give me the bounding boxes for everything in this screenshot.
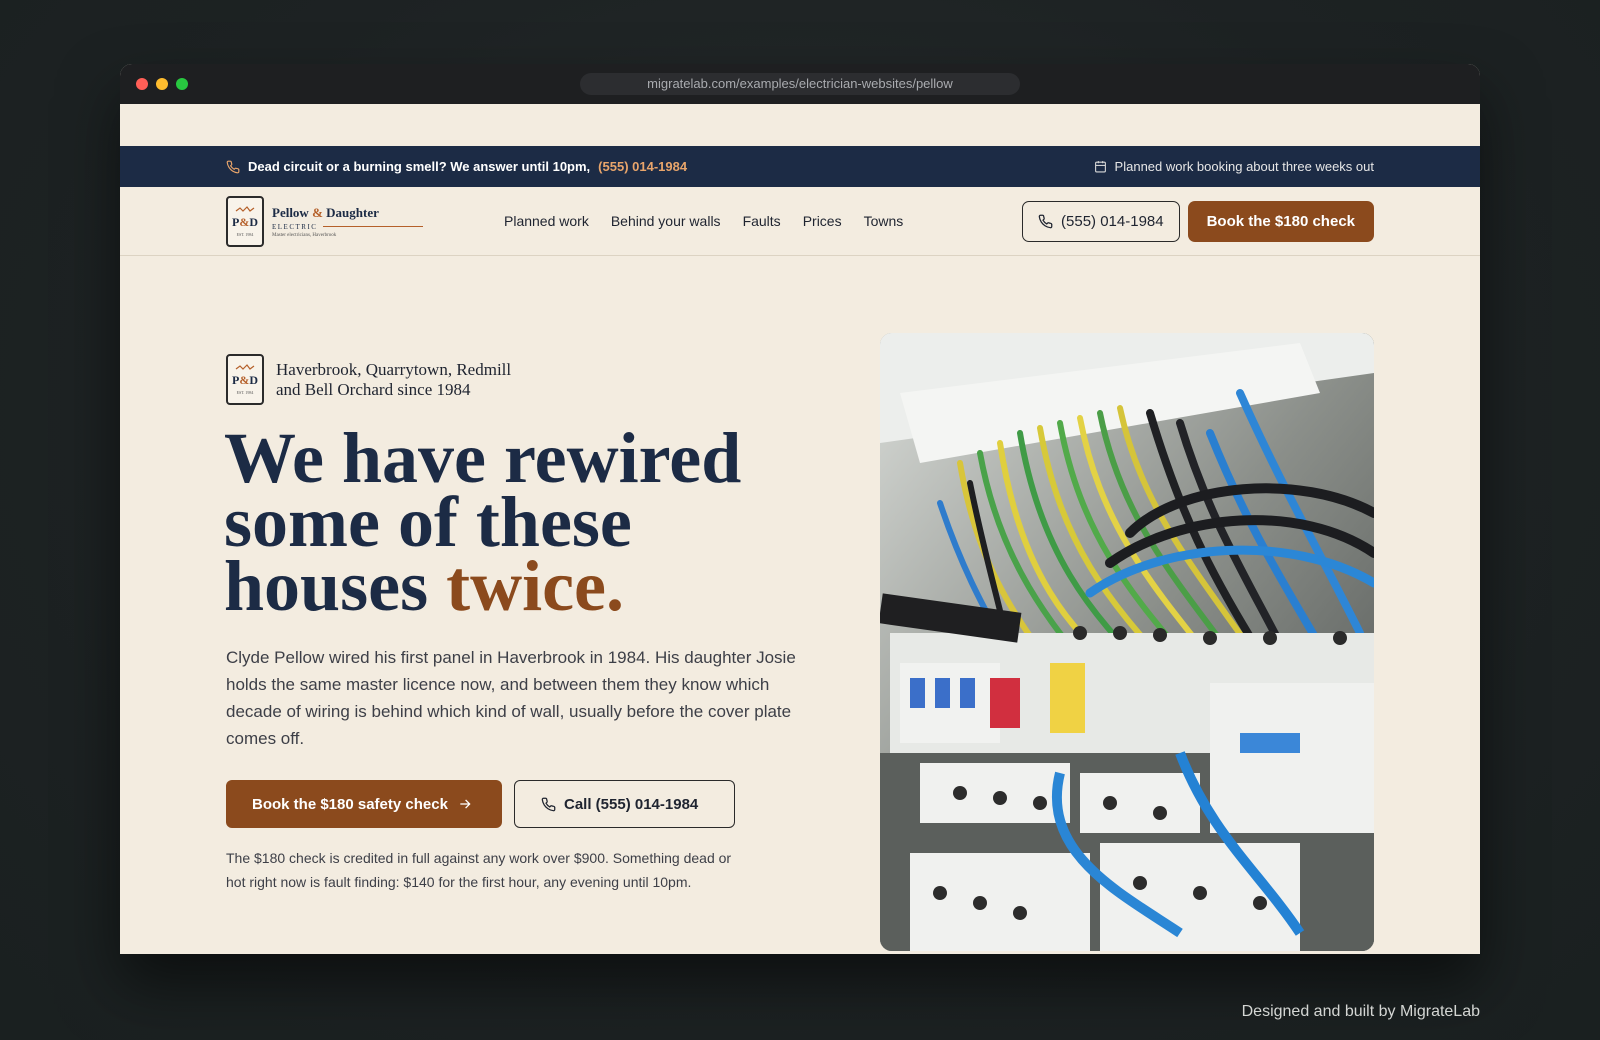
headline-line-1: We have rewired (224, 418, 742, 498)
booking-note-text: Planned work booking about three weeks o… (1114, 159, 1374, 174)
pricing-note: The $180 check is credited in full again… (226, 850, 732, 890)
browser-titlebar: migratelab.com/examples/electrician-webs… (120, 64, 1480, 104)
brand-tagline: Master electricians, Haverbrook (272, 232, 337, 238)
phone-icon (1038, 214, 1053, 229)
headline-accent: twice. (446, 546, 624, 626)
service-area: P&D EST. 1984 Haverbrook, Quarrytown, Re… (226, 354, 511, 405)
service-area-badge: P&D EST. 1984 (226, 354, 264, 405)
emergency-text: Dead circuit or a burning smell? We answ… (248, 159, 591, 174)
nav-item-faults[interactable]: Faults (743, 213, 781, 229)
electrical-panel-photo (880, 333, 1374, 951)
call-button[interactable]: Call (555) 014-1984 (514, 780, 735, 828)
browser-window: migratelab.com/examples/electrician-webs… (120, 64, 1480, 954)
minimize-window-button[interactable] (156, 78, 168, 90)
service-area-line-1: Haverbrook, Quarrytown, Redmill (276, 359, 512, 379)
brand-subtitle: ELECTRIC (272, 223, 424, 231)
nav-item-towns[interactable]: Towns (864, 213, 904, 229)
nav-item-prices[interactable]: Prices (803, 213, 842, 229)
footer-credit[interactable]: Designed and built by MigrateLab (1242, 1003, 1480, 1021)
spark-wave-icon (235, 205, 255, 212)
calendar-icon (1094, 160, 1107, 173)
call-button-label: Call (555) 014-1984 (564, 795, 699, 813)
window-controls (136, 78, 188, 90)
booking-note: Planned work booking about three weeks o… (1094, 159, 1374, 174)
nav-actions: (555) 014-1984 Book the $180 check (1022, 200, 1374, 242)
hero-lead: Clyde Pellow wired his first panel in Ha… (226, 648, 796, 748)
phone-icon (541, 797, 556, 812)
headline-line-2: some of these (224, 482, 632, 562)
electrical-panel-illustration (880, 333, 1374, 951)
book-check-button[interactable]: Book the $180 check (1187, 200, 1374, 242)
nav-item-planned-work[interactable]: Planned work (504, 213, 589, 229)
headline-line-3: houses twice. (224, 546, 624, 626)
hero-cta-row: Book the $180 safety check Call (555) 01… (226, 780, 735, 828)
alert-bar: Dead circuit or a burning smell? We answ… (120, 146, 1480, 187)
maximize-window-button[interactable] (176, 78, 188, 90)
address-bar[interactable]: migratelab.com/examples/electrician-webs… (580, 73, 1020, 95)
book-safety-check-button[interactable]: Book the $180 safety check (226, 780, 502, 828)
badge-monogram: P&D (231, 373, 258, 387)
badge-est: EST. 1984 (236, 390, 254, 395)
hero-headline: We have rewired some of these houses twi… (224, 418, 844, 626)
brand-text: Pellow & Daughter ELECTRIC Master electr… (272, 204, 424, 238)
logo-badge: P&D EST. 1984 (226, 195, 264, 247)
web-page: Dead circuit or a burning smell? We answ… (120, 104, 1480, 954)
phone-icon (226, 160, 240, 174)
book-safety-check-label: Book the $180 safety check (252, 795, 448, 813)
nav-phone-label: (555) 014-1984 (1061, 212, 1164, 230)
emergency-message: Dead circuit or a burning smell? We answ… (226, 159, 687, 174)
spark-wave-icon (235, 364, 255, 370)
logo-monogram: P&D (231, 214, 258, 229)
nav-phone-button[interactable]: (555) 014-1984 (1022, 200, 1180, 242)
emergency-phone-link[interactable]: (555) 014-1984 (598, 159, 687, 174)
service-area-text: Haverbrook, Quarrytown, Redmill and Bell… (276, 360, 511, 400)
arrow-right-icon (458, 797, 472, 811)
nav-links: Planned work Behind your walls Faults Pr… (504, 213, 903, 229)
nav-item-behind-your-walls[interactable]: Behind your walls (611, 213, 721, 229)
site-logo[interactable]: P&D EST. 1984 Pellow & Daughter ELECTRIC… (226, 195, 424, 247)
brand-name: Pellow & Daughter (272, 204, 379, 220)
top-spacer (120, 104, 1480, 146)
logo-est: EST. 1984 (236, 231, 254, 237)
main-nav: P&D EST. 1984 Pellow & Daughter ELECTRIC… (120, 187, 1480, 256)
close-window-button[interactable] (136, 78, 148, 90)
service-area-line-2: and Bell Orchard since 1984 (276, 379, 471, 399)
